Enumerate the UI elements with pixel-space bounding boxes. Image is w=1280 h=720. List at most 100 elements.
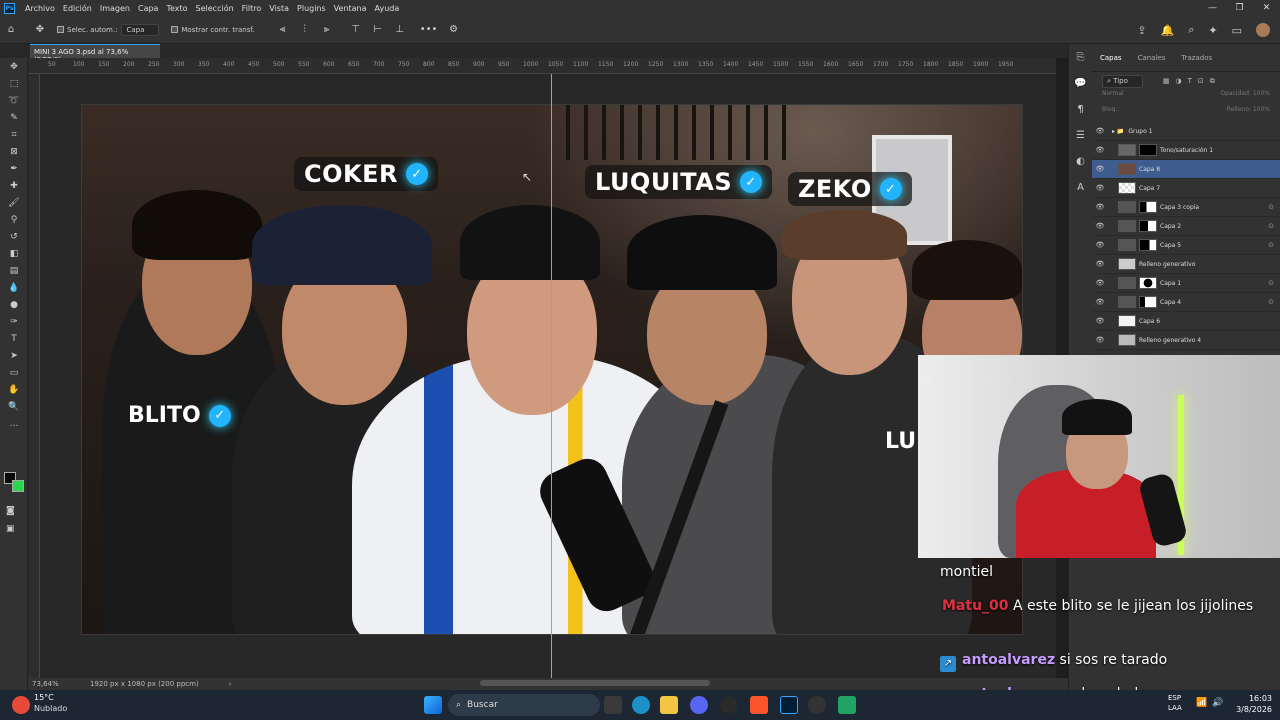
- align-bottom-icon[interactable]: ⊥: [392, 22, 408, 38]
- layer-row[interactable]: 👁 Capa 2 ⊙: [1092, 217, 1280, 236]
- horizontal-scrollbar[interactable]: [480, 680, 710, 686]
- auto-select-checkbox[interactable]: [57, 26, 64, 33]
- visibility-eye-icon[interactable]: 👁: [1092, 222, 1108, 230]
- auto-select-dropdown[interactable]: Capa: [121, 23, 160, 36]
- notes-icon[interactable]: [838, 696, 856, 714]
- screen-mode-icon[interactable]: ▣: [6, 516, 15, 535]
- zoom-level[interactable]: 73,64%: [32, 680, 84, 688]
- visibility-eye-icon[interactable]: 👁: [1092, 184, 1108, 192]
- layer-row[interactable]: 👁 Tono/saturación 1: [1092, 141, 1280, 160]
- filter-smart-icon[interactable]: ⧉: [1210, 77, 1215, 86]
- home-icon[interactable]: ⌂: [3, 22, 19, 38]
- adjustments-icon[interactable]: ☰: [1069, 122, 1092, 148]
- avatar[interactable]: [1256, 23, 1270, 37]
- menu-ayuda[interactable]: Ayuda: [371, 4, 404, 13]
- visibility-eye-icon[interactable]: 👁: [1092, 165, 1108, 173]
- align-right-icon[interactable]: ⫸: [319, 22, 335, 38]
- document-tab[interactable]: MINI 3 AGO 3.psd al 73,6% (RGB/8): [30, 44, 160, 64]
- visibility-eye-icon[interactable]: 👁: [1092, 317, 1108, 325]
- visibility-eye-icon[interactable]: 👁: [1092, 146, 1108, 154]
- shape-tool-icon[interactable]: ▭: [0, 364, 28, 381]
- filter-pixel-icon[interactable]: ▦: [1163, 77, 1170, 85]
- menu-plugins[interactable]: Plugins: [293, 4, 330, 13]
- layer-row[interactable]: 👁 Capa 6: [1092, 312, 1280, 331]
- settings-gear-icon[interactable]: ⚙: [446, 22, 462, 38]
- menu-vista[interactable]: Vista: [265, 4, 293, 13]
- align-top-icon[interactable]: ⊤: [348, 22, 364, 38]
- opacity-value[interactable]: 100%: [1253, 90, 1270, 97]
- layer-row[interactable]: 👁 Relleno generativo 4: [1092, 331, 1280, 350]
- hand-tool-icon[interactable]: ✋: [0, 381, 28, 398]
- volume-icon[interactable]: 🔊: [1212, 698, 1223, 708]
- layer-row[interactable]: 👁 Capa 3 copia ⊙: [1092, 198, 1280, 217]
- tab-canales[interactable]: Canales: [1130, 54, 1174, 62]
- visibility-eye-icon[interactable]: 👁: [1092, 241, 1108, 249]
- notifications-icon[interactable]: 🔔: [1161, 24, 1175, 37]
- blend-mode[interactable]: Normal: [1102, 90, 1124, 106]
- photoshop-taskbar-icon[interactable]: [780, 696, 798, 714]
- status-arrow-icon[interactable]: ›: [229, 680, 232, 688]
- maximize-icon[interactable]: ❐: [1226, 0, 1253, 16]
- task-view-icon[interactable]: [604, 696, 622, 714]
- visibility-eye-icon[interactable]: 👁: [1092, 203, 1108, 211]
- menu-imagen[interactable]: Imagen: [96, 4, 134, 13]
- input-language[interactable]: ESP LAA: [1168, 693, 1182, 713]
- layer-row[interactable]: 👁 Capa 1 ⊙: [1092, 274, 1280, 293]
- edge-icon[interactable]: [632, 696, 650, 714]
- eraser-tool-icon[interactable]: ◧: [0, 245, 28, 262]
- move-tool-icon[interactable]: ✥: [32, 22, 48, 38]
- align-center-icon[interactable]: ⫶: [297, 22, 313, 38]
- history-brush-icon[interactable]: ↺: [0, 228, 28, 245]
- eyedropper-tool-icon[interactable]: ✒: [0, 160, 28, 177]
- color-swatches[interactable]: [4, 472, 24, 492]
- file-explorer-icon[interactable]: [660, 696, 678, 714]
- visibility-eye-icon[interactable]: 👁: [1092, 127, 1108, 135]
- layer-row[interactable]: 👁 ▸ 📁 Grupo 1: [1092, 122, 1280, 141]
- visibility-eye-icon[interactable]: 👁: [1092, 279, 1108, 287]
- dodge-tool-icon[interactable]: ●: [0, 296, 28, 313]
- layer-row[interactable]: 👁 Capa 7: [1092, 179, 1280, 198]
- start-icon[interactable]: [424, 696, 442, 714]
- menu-ventana[interactable]: Ventana: [330, 4, 371, 13]
- app-icon[interactable]: [808, 696, 826, 714]
- filter-type-icon[interactable]: T: [1188, 77, 1192, 85]
- visibility-eye-icon[interactable]: 👁: [1092, 260, 1108, 268]
- lasso-tool-icon[interactable]: ➰: [0, 92, 28, 109]
- discover-icon[interactable]: ✦: [1208, 24, 1217, 37]
- menu-archivo[interactable]: Archivo: [21, 4, 59, 13]
- more-tools-icon[interactable]: …: [0, 415, 28, 432]
- history-icon[interactable]: ⎘: [1069, 44, 1092, 70]
- quick-mask-icon[interactable]: ◙: [6, 498, 15, 517]
- menu-edicion[interactable]: Edición: [59, 4, 96, 13]
- visibility-eye-icon[interactable]: 👁: [1092, 298, 1108, 306]
- layer-row[interactable]: 👁 Relleno generativo: [1092, 255, 1280, 274]
- color-icon[interactable]: ◐: [1069, 148, 1092, 174]
- fill-value[interactable]: 100%: [1253, 106, 1270, 113]
- wifi-icon[interactable]: 📶: [1196, 698, 1207, 708]
- show-transform-checkbox[interactable]: [171, 26, 179, 33]
- brush-tool-icon[interactable]: 🖌: [0, 194, 28, 211]
- pen-tool-icon[interactable]: ✑: [0, 313, 28, 330]
- blur-tool-icon[interactable]: 💧: [0, 279, 28, 296]
- healing-tool-icon[interactable]: ✚: [0, 177, 28, 194]
- weather-desc[interactable]: Nublado: [34, 704, 67, 713]
- marquee-tool-icon[interactable]: ⬚: [0, 75, 28, 92]
- weather-temp[interactable]: 15°C: [34, 693, 54, 702]
- filter-adjust-icon[interactable]: ◑: [1176, 77, 1182, 85]
- type-tool-icon[interactable]: T: [0, 330, 28, 347]
- quick-select-tool-icon[interactable]: ✎: [0, 109, 28, 126]
- menu-capa[interactable]: Capa: [134, 4, 162, 13]
- visibility-eye-icon[interactable]: 👁: [1092, 336, 1108, 344]
- crop-tool-icon[interactable]: ⌗: [0, 126, 28, 143]
- menu-texto[interactable]: Texto: [162, 4, 191, 13]
- menu-seleccion[interactable]: Selección: [192, 4, 238, 13]
- tab-capas[interactable]: Capas: [1092, 54, 1130, 62]
- taskbar-search[interactable]: ⌕ Buscar: [448, 694, 600, 716]
- layer-row[interactable]: 👁 Capa 5 ⊙: [1092, 236, 1280, 255]
- filter-shape-icon[interactable]: ⊡: [1198, 77, 1204, 85]
- discord-icon[interactable]: [690, 696, 708, 714]
- more-options-icon[interactable]: •••: [420, 22, 438, 38]
- stamp-tool-icon[interactable]: ⚲: [0, 211, 28, 228]
- zoom-tool-icon[interactable]: 🔍: [0, 398, 28, 415]
- document-canvas[interactable]: COKER ✓ LUQUITAS ✓ ZEKO ✓ BLITO ✓ LU: [81, 104, 1023, 635]
